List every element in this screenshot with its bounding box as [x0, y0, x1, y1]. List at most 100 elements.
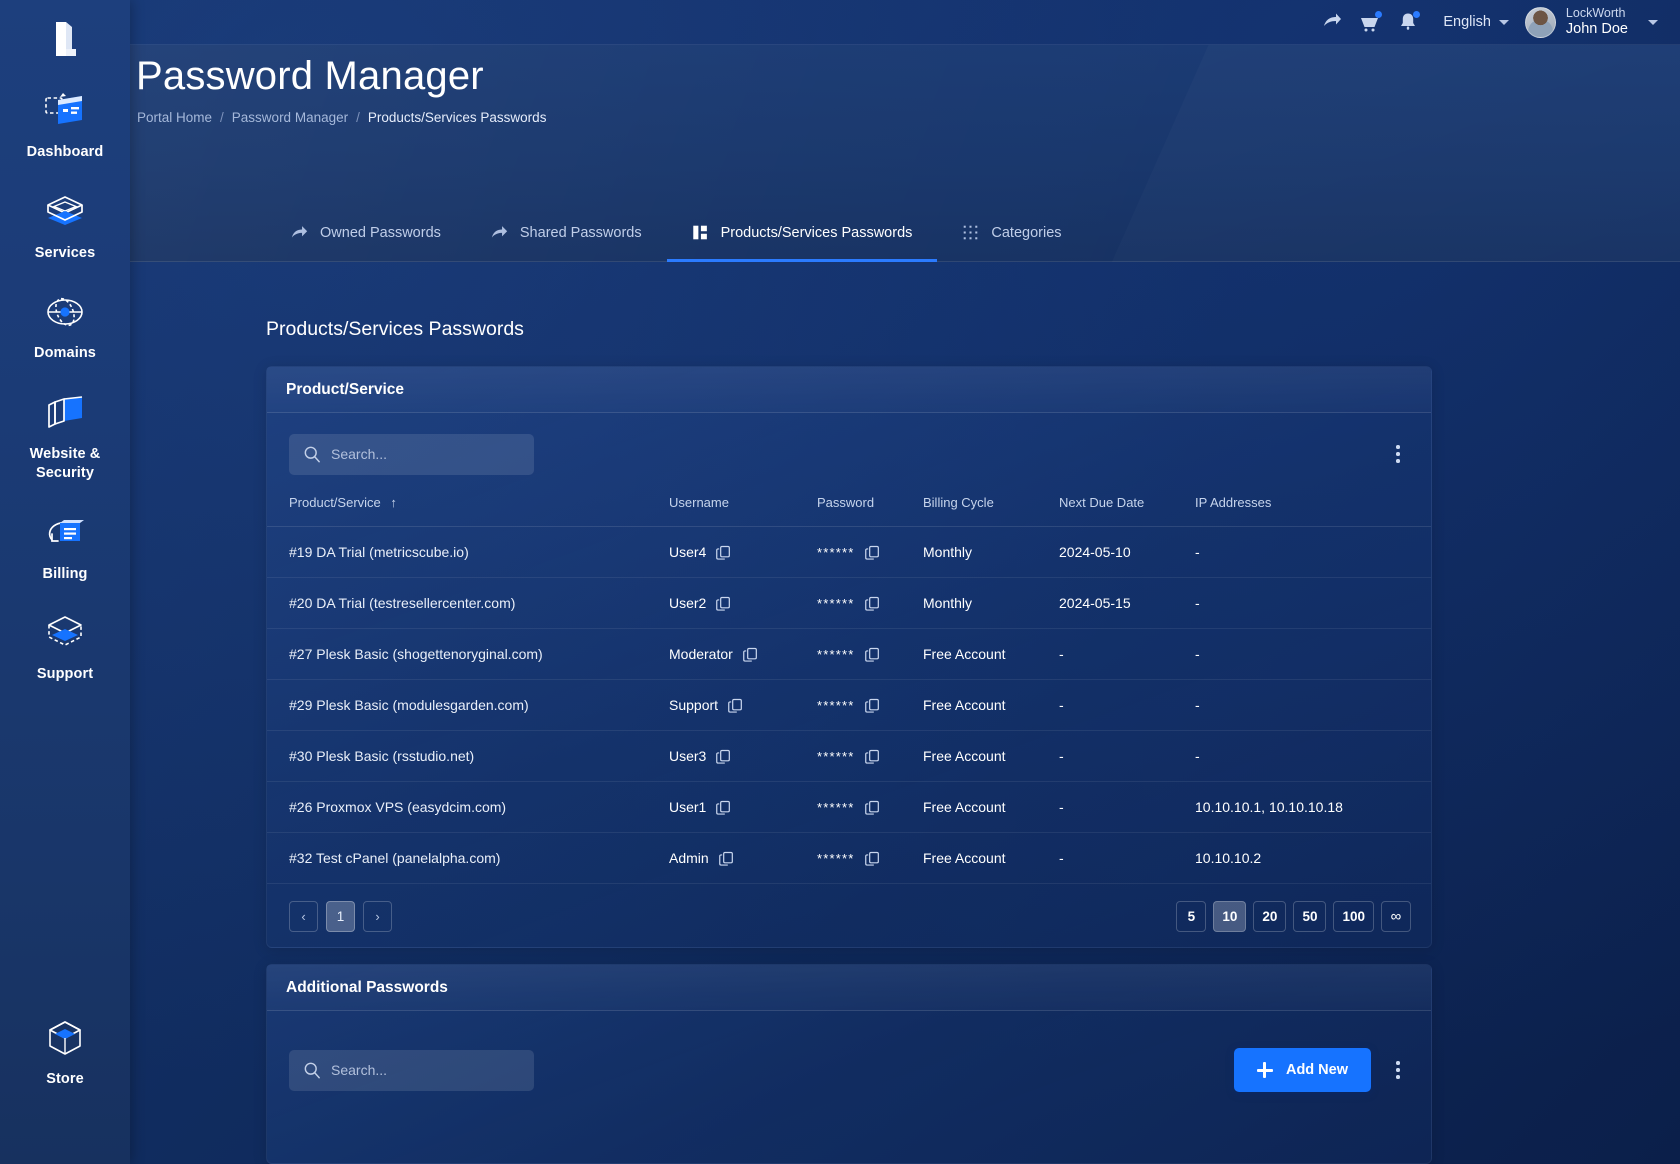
cell-password: ******	[817, 679, 923, 731]
cell-product-service: #32 Test cPanel (panelalpha.com)	[267, 832, 669, 884]
search-box[interactable]	[289, 1049, 534, 1091]
kebab-dot	[1396, 459, 1400, 463]
page-size-button-20[interactable]: 20	[1253, 900, 1287, 932]
kebab-dot	[1396, 1061, 1400, 1065]
table-row[interactable]: #30 Plesk Basic (rsstudio.net) User3 *****…	[267, 730, 1431, 782]
store-cube-icon	[49, 1021, 81, 1056]
cell-next-due-date: -	[1059, 679, 1195, 731]
language-selector[interactable]: English	[1443, 14, 1509, 30]
column-header-username[interactable]: Username	[669, 495, 817, 527]
page-button-1[interactable]: 1	[326, 900, 355, 932]
tab-shared-passwords[interactable]: Shared Passwords	[466, 206, 667, 262]
add-new-button[interactable]: Add New	[1233, 1048, 1371, 1092]
cell-billing-cycle: Free Account	[923, 781, 1059, 833]
column-header-next-due-date[interactable]: Next Due Date	[1059, 495, 1195, 527]
tab-products-services-passwords[interactable]: Products/Services Passwords	[666, 206, 938, 262]
next-page-button[interactable]: ›	[363, 900, 392, 932]
page-size-button-10[interactable]: 10	[1213, 900, 1247, 932]
cell-ip-addresses: -	[1195, 730, 1431, 782]
page-title: Password Manager	[136, 54, 484, 98]
avatar	[1524, 6, 1556, 38]
copy-icon[interactable]	[864, 596, 880, 611]
prev-page-button[interactable]: ‹	[289, 900, 318, 932]
copy-icon[interactable]	[728, 698, 743, 713]
copy-icon[interactable]	[864, 851, 880, 866]
share-button[interactable]	[1315, 5, 1349, 39]
copy-icon[interactable]	[864, 647, 880, 662]
card-header: Product/Service	[267, 367, 1431, 413]
cell-next-due-date: 2024-05-10	[1059, 526, 1195, 578]
cart-button[interactable]	[1353, 5, 1387, 39]
sidebar-item-domains[interactable]: Domains	[0, 279, 130, 380]
page-size-button-5[interactable]: 5	[1176, 900, 1207, 932]
sidebar-item-services[interactable]: Services	[0, 179, 130, 280]
column-header-product-service[interactable]: Product/Service ↑	[267, 495, 669, 527]
user-org: LockWorth	[1565, 5, 1626, 20]
section-title: Products/Services Passwords	[266, 318, 524, 340]
table-row[interactable]: #26 Proxmox VPS (easydcim.com) User1 *****…	[267, 781, 1431, 833]
copy-icon[interactable]	[716, 749, 731, 764]
table-row[interactable]: #29 Plesk Basic (modulesgarden.com) Suppo…	[267, 679, 1431, 731]
copy-icon[interactable]	[864, 749, 880, 764]
arrow-share-icon	[491, 226, 508, 238]
cell-ip-addresses: -	[1195, 577, 1431, 629]
sidebar-item-website-security[interactable]: Website & Security	[0, 380, 130, 500]
support-box-icon	[48, 616, 82, 647]
cell-ip-addresses: 10.10.10.1, 10.10.10.18	[1195, 781, 1431, 833]
cell-product-service: #27 Plesk Basic (shogettenoryginal.com)	[267, 628, 669, 680]
cell-username: Moderator	[669, 628, 817, 680]
search-input[interactable]	[331, 1062, 511, 1078]
dashboard-icon	[45, 93, 82, 124]
sidebar-item-dashboard[interactable]: Dashboard	[0, 78, 130, 179]
column-header-billing-cycle[interactable]: Billing Cycle	[923, 495, 1059, 527]
username-value: Moderator	[669, 646, 733, 662]
notifications-button[interactable]	[1391, 5, 1425, 39]
column-header-password[interactable]: Password	[817, 495, 923, 527]
tab-categories[interactable]: Categories	[937, 206, 1086, 262]
page-size-button-50[interactable]: 50	[1293, 900, 1327, 932]
cell-password: ******	[817, 730, 923, 782]
sidebar-item-store[interactable]: Store	[0, 1005, 130, 1106]
tab-label: Categories	[991, 224, 1062, 241]
kebab-dot	[1396, 1068, 1400, 1072]
cell-billing-cycle: Free Account	[923, 832, 1059, 884]
copy-icon[interactable]	[716, 800, 731, 815]
pagination-bar: ‹ 1 › 5 10 20 50 100 ∞	[267, 884, 1431, 947]
page-size-button-100[interactable]: 100	[1333, 900, 1374, 932]
search-box[interactable]	[289, 433, 534, 475]
table-row[interactable]: #19 DA Trial (metricscube.io) User4 ******…	[267, 526, 1431, 578]
table-row[interactable]: #32 Test cPanel (panelalpha.com) Admin ***…	[267, 832, 1431, 884]
product-service-name: #30 Plesk Basic (rsstudio.net)	[289, 748, 475, 764]
brand-logo[interactable]	[0, 0, 130, 78]
breadcrumb-item-password-manager[interactable]: Password Manager	[232, 110, 348, 125]
products-services-card: Product/Service Search... Product/Servic…	[266, 366, 1432, 948]
copy-icon[interactable]	[716, 545, 731, 560]
sidebar-item-billing[interactable]: Billing	[0, 500, 130, 601]
sidebar-item-label: Store	[46, 1071, 84, 1088]
table-row[interactable]: #27 Plesk Basic (shogettenoryginal.com) M…	[267, 628, 1431, 680]
tab-owned-passwords[interactable]: Owned Passwords	[266, 206, 466, 262]
column-header-ip-addresses[interactable]: IP Addresses	[1195, 495, 1431, 527]
copy-icon[interactable]	[716, 596, 731, 611]
sidebar-item-support[interactable]: Support	[0, 600, 130, 701]
cell-password: ******	[817, 577, 923, 629]
copy-icon[interactable]	[864, 545, 880, 560]
search-icon	[304, 1062, 320, 1078]
additional-card-menu-button[interactable]	[1387, 1057, 1409, 1083]
table-row[interactable]: #20 DA Trial (testresellercenter.com) Use…	[267, 577, 1431, 629]
copy-icon[interactable]	[718, 851, 734, 866]
card-title: Additional Passwords	[286, 978, 448, 996]
copy-icon[interactable]	[742, 647, 758, 662]
search-icon	[304, 446, 320, 462]
user-menu[interactable]: LockWorth John Doe	[1524, 5, 1658, 39]
copy-icon[interactable]	[864, 698, 880, 713]
page-size-button-∞[interactable]: ∞	[1381, 900, 1411, 932]
cell-username: User1	[669, 781, 817, 833]
tab-label: Products/Services Passwords	[720, 224, 913, 241]
services-layers-icon	[47, 195, 83, 225]
search-input[interactable]	[331, 446, 511, 462]
products-card-menu-button[interactable]	[1387, 441, 1409, 467]
cell-password: ******	[817, 832, 923, 884]
breadcrumb-item-portal-home[interactable]: Portal Home	[137, 110, 212, 125]
copy-icon[interactable]	[864, 800, 880, 815]
